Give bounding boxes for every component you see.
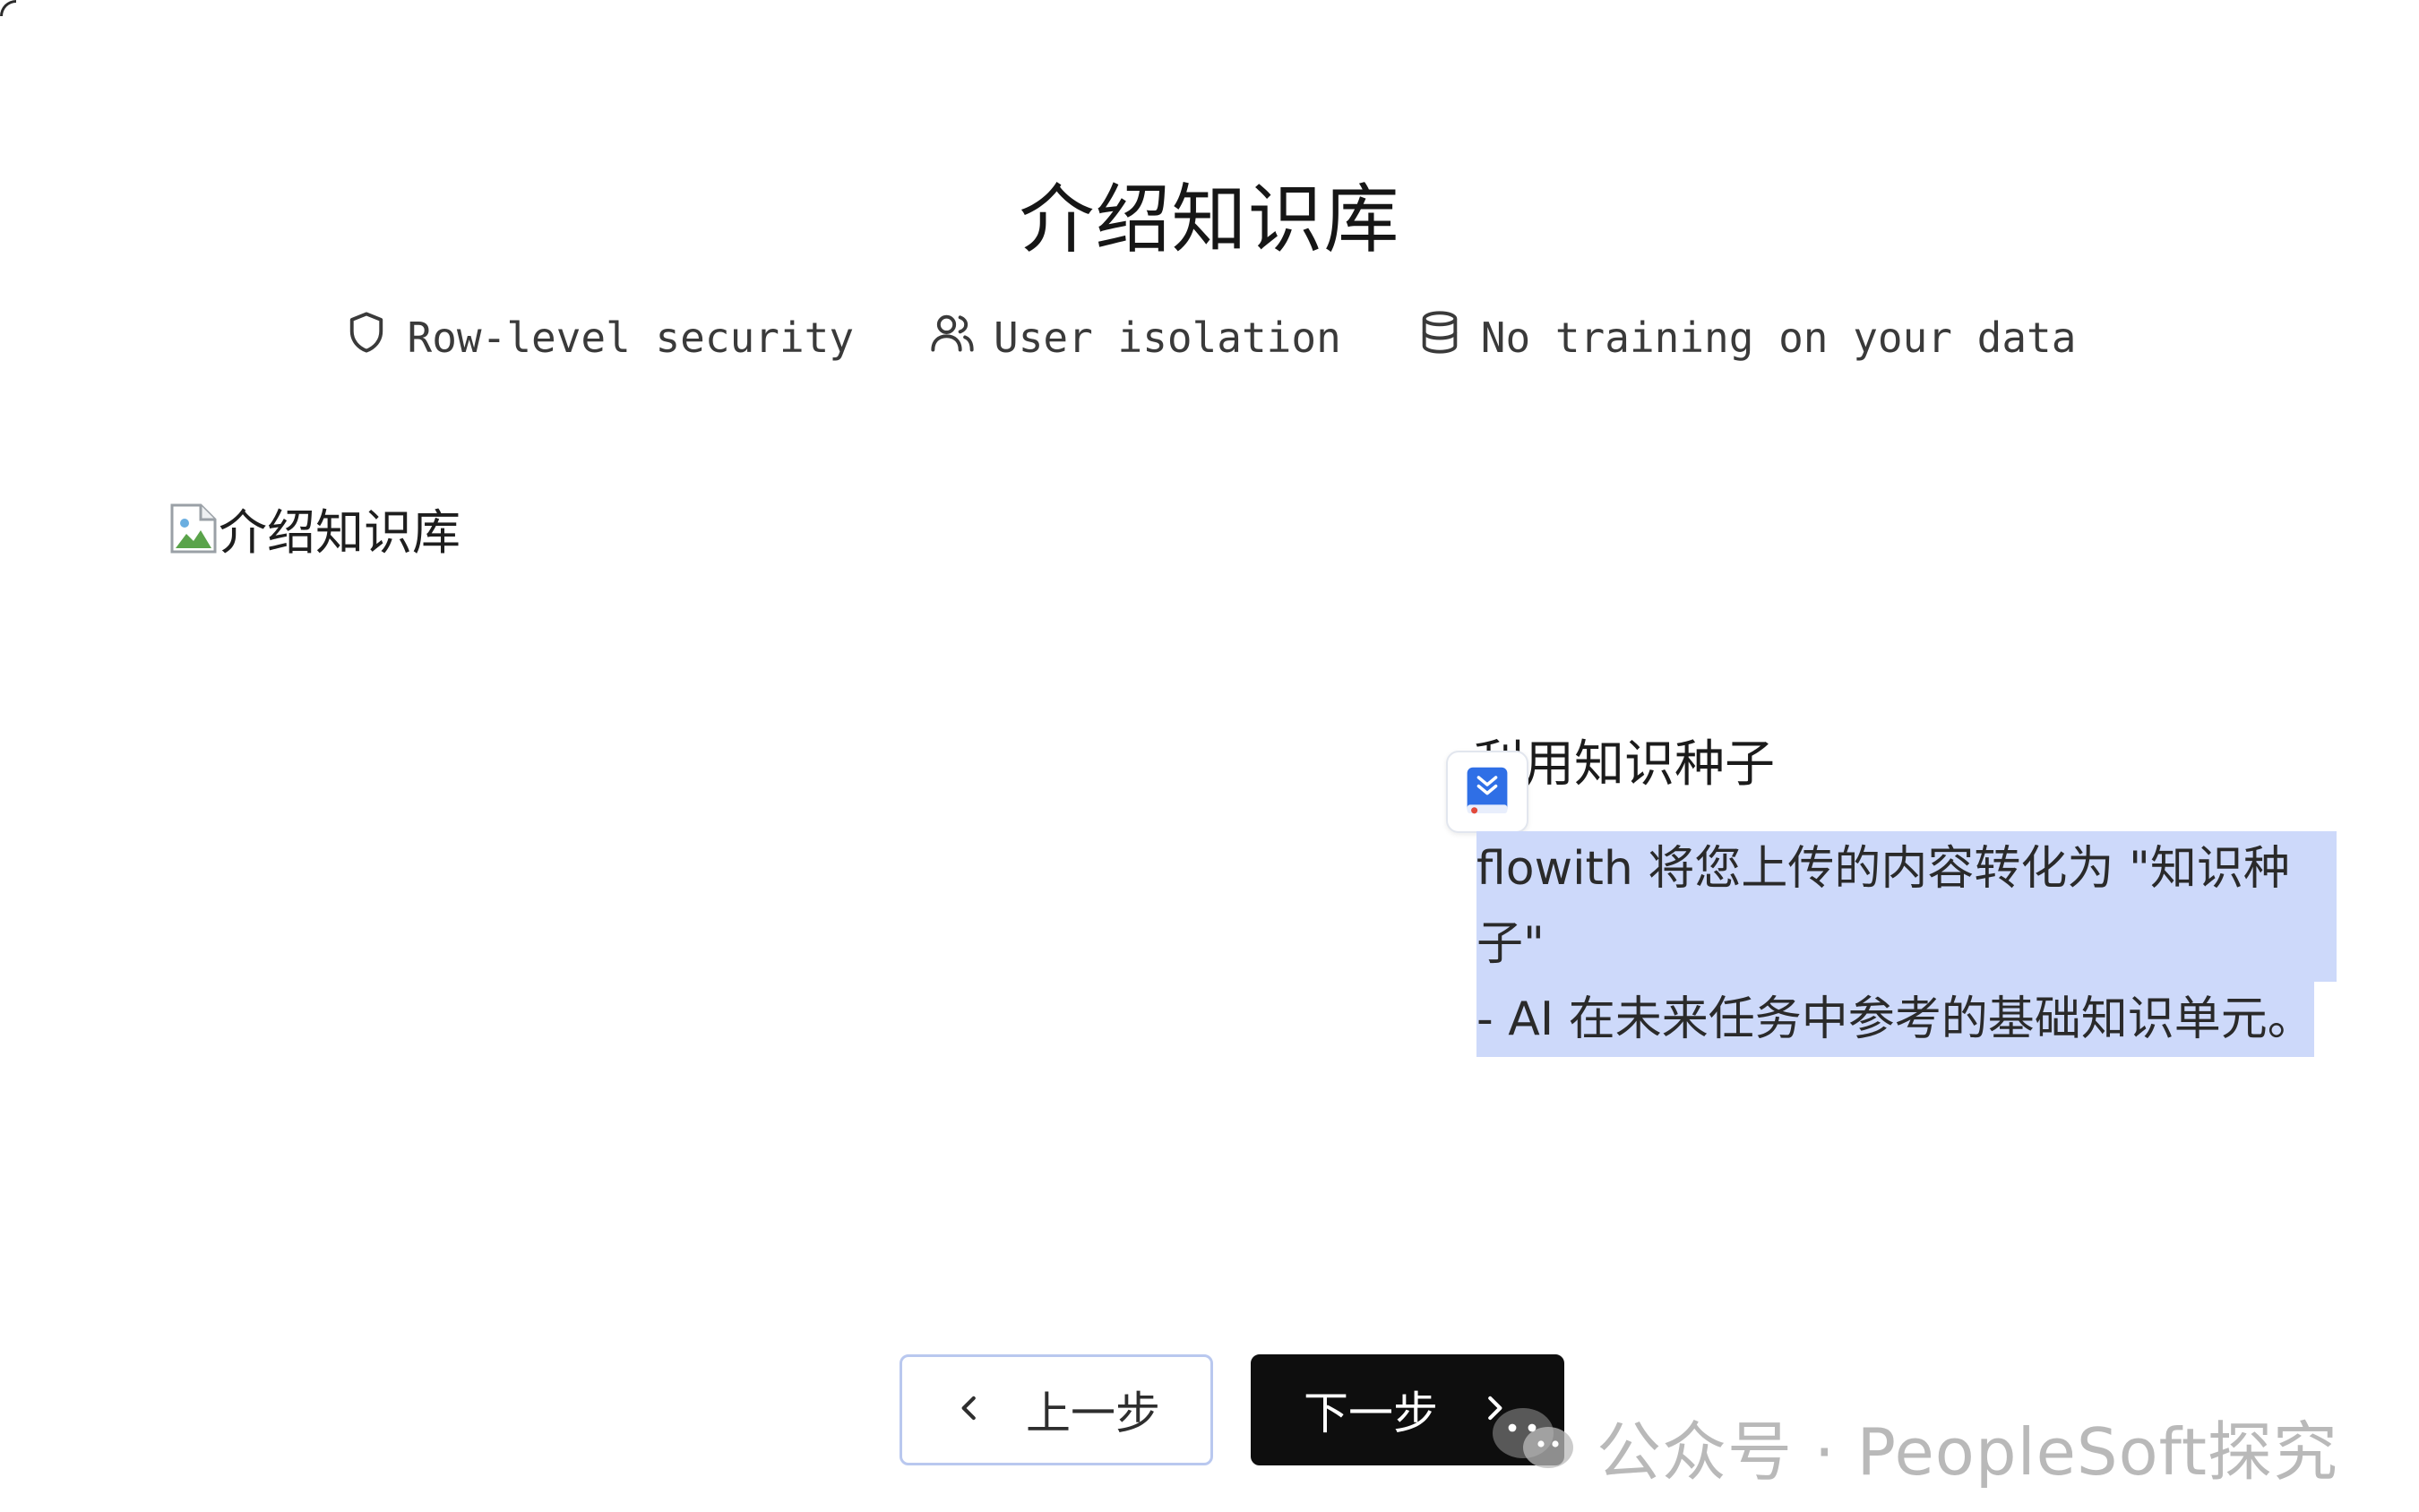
modal-title: 介绍知识库 (1019, 176, 1400, 263)
feature-label: Row-level security (407, 313, 855, 362)
watermark: 公众号 · PeopleSoft探究 (1487, 1399, 2338, 1493)
next-step-label: 下一步 (1304, 1388, 1438, 1439)
feature-row-level-security: Row-level security (343, 309, 855, 365)
broken-image-icon (168, 501, 219, 556)
seed-description: flowith 将您上传的内容转化为 "知识种子" - AI 在未来任务中参考的… (1476, 831, 2337, 1057)
seed-description-line-2: - AI 在未来任务中参考的基础知识单元。 (1476, 982, 2314, 1057)
intro-image: 介绍知识库 (168, 493, 461, 563)
feature-label: User isolation (994, 313, 1341, 362)
book-download-icon[interactable] (1446, 751, 1528, 833)
shield-icon (343, 309, 390, 365)
wechat-icon (1487, 1403, 1580, 1490)
feature-no-training: No training on your data (1416, 309, 2077, 365)
feature-label: No training on your data (1480, 313, 2077, 362)
chevron-left-icon (952, 1384, 986, 1436)
previous-step-label: 上一步 (1026, 1388, 1160, 1439)
modal-corner (0, 0, 16, 16)
database-icon (1416, 309, 1463, 365)
onboarding-modal: 介绍知识库 Row-level security User isolation (0, 0, 2419, 1512)
feature-list: Row-level security User isolation No tra… (0, 309, 2419, 365)
watermark-text: 公众号 · PeopleSoft探究 (1597, 1414, 2338, 1490)
previous-step-button[interactable]: 上一步 (900, 1354, 1213, 1465)
feature-user-isolation: User isolation (929, 309, 1341, 365)
users-icon (929, 309, 976, 365)
step-navigation: 上一步 下一步 (900, 1354, 1564, 1465)
image-alt-text: 介绍知识库 (219, 504, 461, 561)
seed-description-line-1: flowith 将您上传的内容转化为 "知识种子" (1476, 831, 2337, 982)
